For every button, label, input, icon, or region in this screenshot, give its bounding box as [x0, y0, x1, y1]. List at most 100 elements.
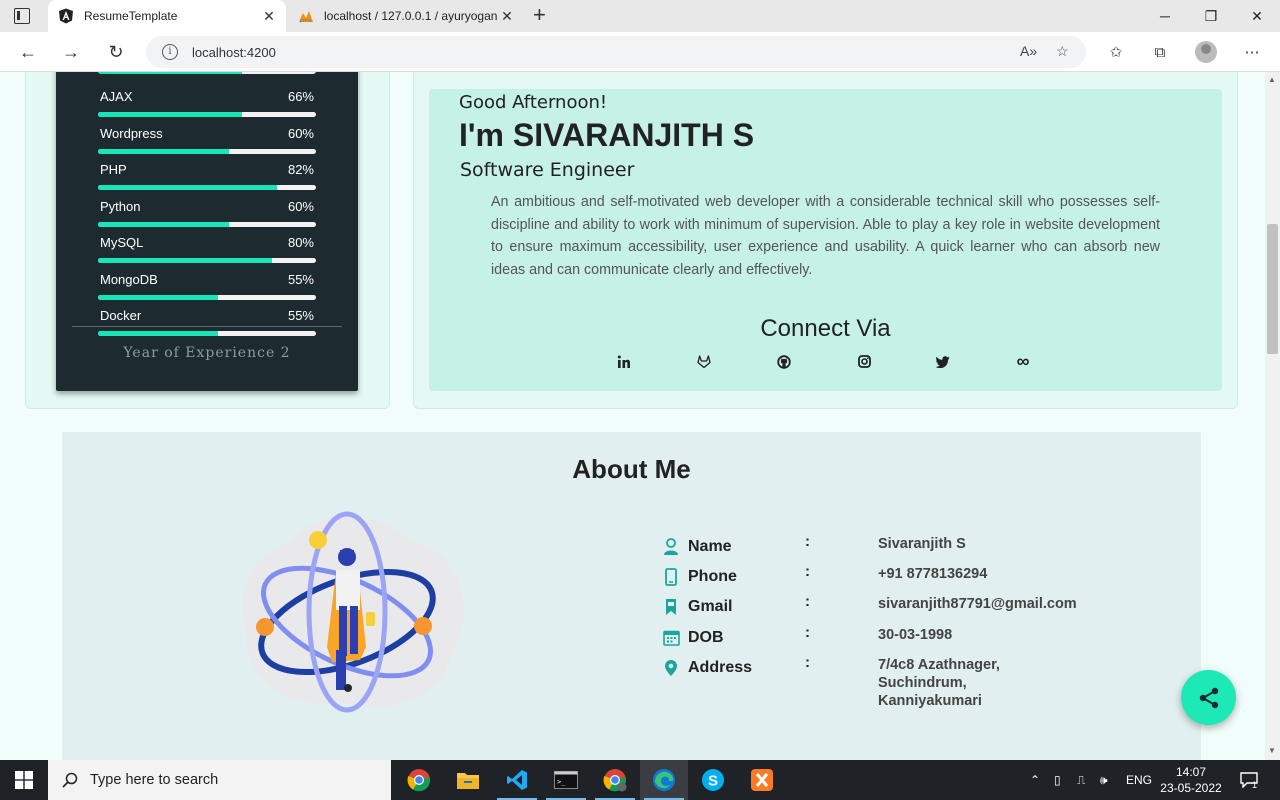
address-line: Suchindrum,	[878, 674, 967, 691]
skills-divider	[72, 326, 342, 327]
skill-progress-bar	[98, 185, 316, 190]
about-heading: About Me	[572, 454, 691, 484]
forward-icon[interactable]: →	[57, 38, 85, 66]
info-colon: :	[805, 563, 810, 581]
developer-illustration	[242, 511, 464, 713]
add-favorite-icon[interactable]: ☆	[1056, 43, 1069, 60]
phpmyadmin-icon: pma	[298, 8, 314, 24]
close-tab-icon[interactable]: ✕	[260, 8, 278, 25]
github-icon[interactable]	[771, 355, 797, 372]
close-window-icon[interactable]: ✕	[1234, 0, 1280, 32]
back-icon[interactable]: ←	[14, 38, 42, 66]
edge-icon[interactable]	[640, 760, 688, 800]
xampp-icon[interactable]	[738, 760, 786, 800]
device-icon[interactable]: ▯	[1054, 760, 1061, 800]
skill-percent: 80%	[287, 235, 314, 250]
address-line: Kanniyakumari	[878, 692, 982, 709]
scrollbar-thumb[interactable]	[1267, 224, 1278, 354]
info-colon: :	[805, 533, 810, 550]
skill-name: AJAX	[100, 89, 133, 104]
close-tab-icon[interactable]: ✕	[498, 8, 516, 25]
skill-progress-fill	[98, 148, 229, 154]
skype-icon[interactable]: S	[689, 760, 737, 800]
language-indicator[interactable]: ENG	[1126, 760, 1152, 800]
skill-progress-fill	[98, 258, 273, 263]
read-aloud-icon[interactable]: A»	[1020, 43, 1037, 59]
calendar-icon	[662, 628, 680, 648]
address-toolbar: ← → ↻ i localhost:4200 A» ☆ ✩ ⧉ ⋯	[0, 32, 1280, 72]
share-button[interactable]	[1181, 670, 1236, 725]
notification-icon[interactable]: 1	[1240, 760, 1258, 800]
minimize-icon[interactable]: ─	[1142, 0, 1188, 32]
phone-icon	[662, 567, 680, 587]
chrome-icon[interactable]	[395, 760, 443, 800]
info-value: sivaranjith87791@gmail.com	[878, 596, 1077, 613]
restore-icon[interactable]: ❐	[1188, 0, 1234, 32]
angular-icon	[58, 8, 74, 24]
info-colon: :	[805, 653, 810, 671]
greeting-text: Good Afternoon!	[459, 92, 608, 113]
tab-phpmyadmin[interactable]: pma localhost / 127.0.0.1 / ayuryogan ✕	[288, 0, 524, 32]
taskbar-clock[interactable]: 14:07 23-05-2022	[1158, 764, 1224, 796]
profile-name-heading: I'm SIVARANJITH S	[459, 117, 755, 153]
info-label: Gmail	[688, 598, 733, 616]
address-bar[interactable]: i localhost:4200 A» ☆	[146, 36, 1086, 68]
skill-progress-bar	[98, 331, 316, 336]
skill-name: Wordpress	[100, 125, 163, 141]
instagram-icon[interactable]	[851, 355, 877, 371]
linkedin-icon[interactable]	[611, 355, 637, 372]
share-icon	[1199, 687, 1218, 708]
clock-time: 14:07	[1175, 765, 1207, 779]
intro-card: Good Afternoon! I'm SIVARANJITH S Softwa…	[429, 89, 1222, 391]
skill-progress-fill	[98, 112, 242, 117]
experience-text: Year of Experience 2	[123, 345, 291, 361]
tab-resume-template[interactable]: ResumeTemplate ✕	[48, 0, 286, 32]
volume-icon[interactable]: 🕪	[1100, 760, 1108, 800]
address-line: 7/4c8 Azathnager,	[878, 656, 1000, 673]
skill-progress-bar	[98, 258, 316, 263]
url-text[interactable]: localhost:4200	[192, 45, 276, 60]
skill-progress-bar	[98, 221, 316, 227]
more-menu-icon[interactable]: ⋯	[1238, 38, 1266, 66]
gitlab-icon[interactable]	[691, 355, 717, 371]
collections-icon[interactable]: ⧉	[1146, 38, 1174, 66]
info-value: 7/4c8 Azathnager, Suchindrum, Kanniyakumar…	[878, 656, 1000, 710]
svg-text:S: S	[708, 773, 718, 790]
twitter-icon[interactable]	[930, 355, 956, 371]
vscode-icon[interactable]	[493, 760, 541, 800]
clock-date: 23-05-2022	[1160, 781, 1222, 795]
info-label: Address	[688, 658, 753, 676]
info-value: +91 8778136294	[878, 566, 988, 583]
skills-card: AJAX 66% Wordpress 60% PHP 82% Python 60% MySQL 8…	[56, 72, 358, 391]
skill-progress-fill	[98, 294, 218, 300]
show-hidden-icons[interactable]: ⌃	[1030, 760, 1040, 800]
scroll-up-icon[interactable]: ▲	[1268, 75, 1276, 84]
profile-avatar[interactable]	[1195, 41, 1217, 63]
meta-icon[interactable]: ∞	[1010, 351, 1036, 372]
taskbar-search[interactable]: Type here to search	[48, 760, 391, 800]
chrome-profile-icon[interactable]	[591, 760, 639, 800]
network-icon[interactable]: ⎍	[1077, 760, 1085, 800]
page-scrollbar[interactable]: ▲ ▼	[1265, 72, 1280, 760]
search-icon	[62, 772, 78, 788]
connect-via-heading: Connect Via	[760, 315, 891, 342]
skill-percent: 55%	[287, 308, 314, 323]
file-explorer-icon[interactable]	[444, 760, 492, 800]
skill-name: Python	[100, 198, 141, 214]
tab-actions-icon[interactable]	[14, 8, 30, 24]
skill-bar-partial	[98, 72, 316, 74]
skill-percent: 55%	[287, 271, 314, 287]
user-icon	[662, 537, 680, 557]
site-info-icon[interactable]: i	[162, 44, 178, 60]
skill-progress-fill	[98, 221, 229, 227]
info-label: Phone	[688, 568, 737, 586]
terminal-icon[interactable]: >_	[542, 760, 590, 800]
new-tab-icon[interactable]: +	[533, 4, 546, 26]
refresh-icon[interactable]: ↻	[102, 38, 130, 66]
favorites-icon[interactable]: ✩	[1102, 38, 1130, 66]
scroll-down-icon[interactable]: ▼	[1268, 746, 1276, 755]
tab-title: ResumeTemplate	[84, 9, 178, 23]
skill-percent: 60%	[287, 198, 314, 214]
windows-start-icon[interactable]	[0, 760, 48, 800]
page-viewport: AJAX 66% Wordpress 60% PHP 82% Python 60% MySQL 8…	[0, 72, 1265, 760]
